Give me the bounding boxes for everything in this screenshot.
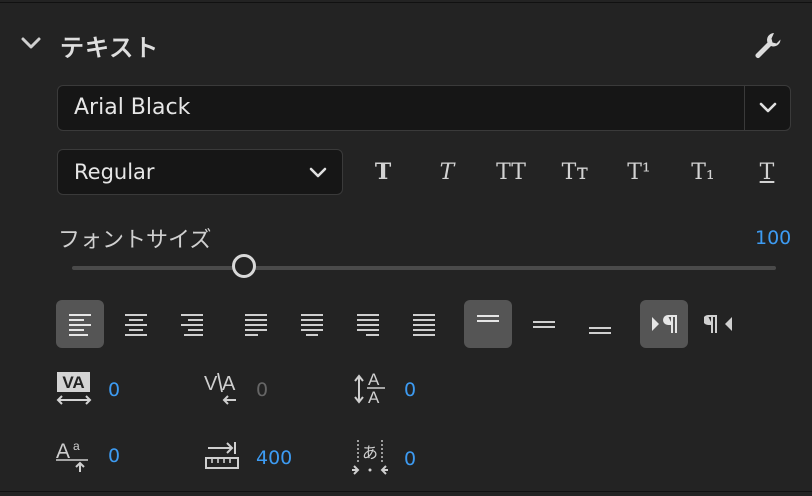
align-bottom-icon: [589, 327, 611, 334]
all-caps-icon: TT: [496, 159, 526, 185]
ltr-direction-button[interactable]: [640, 300, 688, 348]
kerning-value[interactable]: 0: [256, 379, 268, 401]
rtl-direction-button[interactable]: [696, 300, 744, 348]
align-left-icon: [69, 314, 91, 336]
leading-icon[interactable]: A A: [352, 368, 392, 406]
align-right-icon: [181, 314, 203, 336]
align-right-button[interactable]: [168, 300, 216, 348]
superscript-icon: T¹: [627, 159, 651, 185]
svg-text:V: V: [204, 373, 218, 395]
svg-text:a: a: [73, 439, 80, 453]
tracking-value[interactable]: 0: [108, 379, 120, 401]
align-top-icon: [477, 315, 499, 322]
subscript-icon: T₁: [691, 159, 715, 185]
underline-icon: T: [759, 159, 775, 185]
tsume-icon[interactable]: あ: [352, 438, 392, 476]
panel-title: テキスト: [60, 34, 160, 62]
justify-all-icon: [413, 314, 435, 336]
align-center-button[interactable]: [112, 300, 160, 348]
svg-text:A: A: [222, 373, 236, 395]
tab-width-value[interactable]: 400: [256, 447, 292, 469]
svg-text:A: A: [368, 370, 380, 389]
small-caps-button[interactable]: Tᴛ: [553, 152, 597, 192]
align-middle-icon: [533, 321, 555, 328]
faux-bold-button[interactable]: T: [361, 152, 405, 192]
collapse-chevron-icon[interactable]: [20, 34, 42, 54]
superscript-button[interactable]: T¹: [617, 152, 661, 192]
justify-last-left-icon: [245, 314, 267, 336]
align-center-icon: [125, 314, 147, 336]
faux-bold-icon: T: [374, 159, 392, 185]
font-style-dropdown[interactable]: Regular: [57, 149, 343, 195]
dropdown-separator: [744, 86, 745, 130]
font-family-value: Arial Black: [74, 95, 191, 120]
justify-last-right-button[interactable]: [344, 300, 392, 348]
tracking-icon[interactable]: VA: [54, 370, 94, 408]
justify-all-button[interactable]: [400, 300, 448, 348]
font-size-label: フォントサイズ: [58, 228, 212, 253]
chevron-down-icon[interactable]: [758, 99, 778, 117]
faux-italic-icon: T: [439, 159, 455, 185]
rtl-direction-icon: [704, 315, 732, 333]
justify-last-right-icon: [357, 314, 379, 336]
svg-text:あ: あ: [362, 443, 378, 462]
tab-width-icon[interactable]: [202, 438, 242, 476]
justify-last-center-button[interactable]: [288, 300, 336, 348]
top-divider: [0, 2, 812, 3]
wrench-icon[interactable]: [752, 30, 784, 60]
font-style-value: Regular: [74, 160, 155, 184]
ltr-direction-icon: [652, 315, 677, 333]
svg-text:A: A: [368, 388, 380, 406]
align-left-button[interactable]: [56, 300, 104, 348]
svg-text:VA: VA: [62, 373, 84, 392]
tsume-value[interactable]: 0: [404, 448, 416, 470]
baseline-shift-value[interactable]: 0: [108, 445, 120, 467]
align-top-button[interactable]: [464, 300, 512, 348]
kerning-icon[interactable]: V A: [202, 370, 242, 408]
all-caps-button[interactable]: TT: [489, 152, 533, 192]
align-bottom-button[interactable]: [576, 300, 624, 348]
small-caps-icon: Tᴛ: [561, 159, 589, 185]
font-size-slider-thumb[interactable]: [232, 254, 257, 278]
subscript-button[interactable]: T₁: [681, 152, 725, 192]
font-size-value[interactable]: 100: [755, 227, 791, 249]
justify-last-left-button[interactable]: [232, 300, 280, 348]
justify-last-center-icon: [301, 314, 323, 336]
chevron-down-icon: [309, 167, 327, 178]
font-size-slider-track[interactable]: [72, 266, 776, 270]
leading-value[interactable]: 0: [404, 379, 416, 401]
bottom-divider: [0, 491, 812, 492]
font-family-dropdown[interactable]: Arial Black: [57, 85, 791, 131]
underline-button[interactable]: T: [745, 152, 789, 192]
faux-italic-button[interactable]: T: [425, 152, 469, 192]
baseline-shift-icon[interactable]: A a: [54, 436, 94, 474]
align-middle-button[interactable]: [520, 300, 568, 348]
